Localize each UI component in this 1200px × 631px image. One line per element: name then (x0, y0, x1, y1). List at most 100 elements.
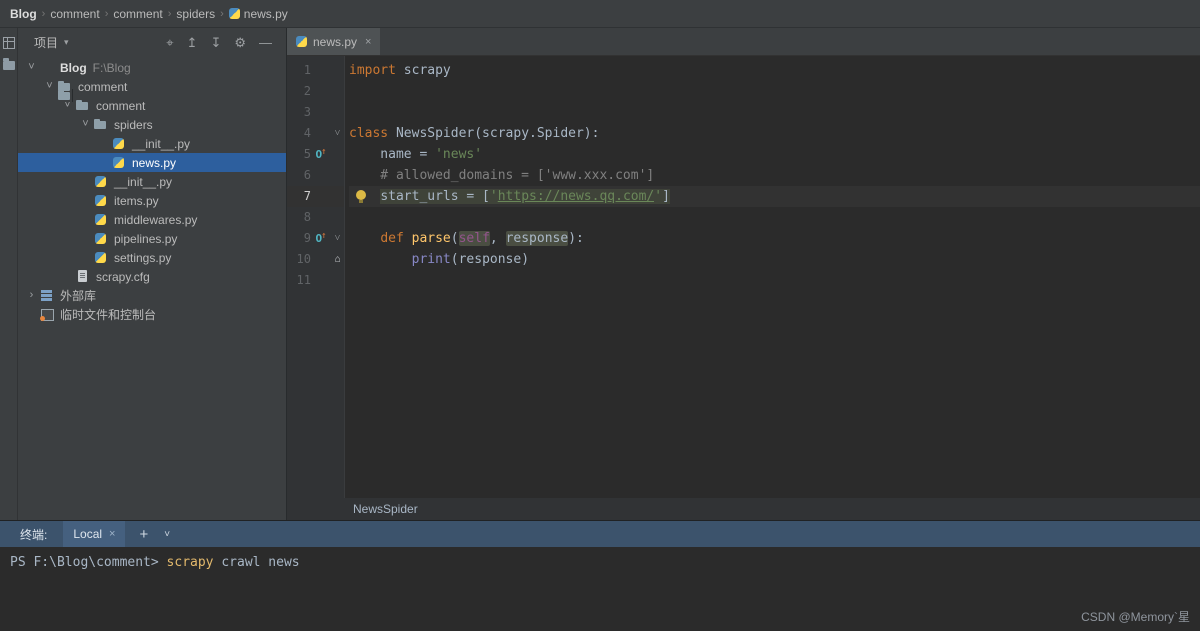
breadcrumb-separator: › (168, 8, 172, 20)
tree-item-label: comment (96, 99, 145, 113)
override-arrow: ↑ (321, 147, 326, 157)
code-line-6[interactable]: # allowed_domains = ['www.xxx.com'] (349, 165, 1200, 186)
code-line-4[interactable]: class NewsSpider(scrapy.Spider): (349, 123, 1200, 144)
fold-arrow-icon[interactable]: ˅ (331, 129, 344, 139)
breadcrumb-label: news.py (244, 7, 288, 21)
settings-icon[interactable]: ⚙ (234, 36, 246, 49)
hide-icon[interactable]: — (259, 36, 272, 49)
chevron-down-icon[interactable]: ˅ (164, 529, 170, 540)
collapse-all-icon[interactable]: ↧ (210, 36, 221, 49)
breadcrumb-label: comment (113, 7, 162, 21)
tree-item-items-py[interactable]: items.py (18, 191, 286, 210)
line-number[interactable]: 6 (287, 165, 311, 186)
chevron-down-icon[interactable]: ˅ (24, 62, 39, 73)
gutter-line: 10 ⌂ (287, 249, 344, 270)
code-area[interactable]: import scrapy class NewsSpider(scrapy.Spi… (345, 56, 1200, 498)
scratches-icon (39, 308, 55, 321)
tree-item-scrapy-cfg[interactable]: scrapy.cfg (18, 267, 286, 286)
code-line-7[interactable]: start_urls = ['https://news.qq.com/'] (349, 186, 1200, 207)
code-line-8[interactable] (349, 207, 1200, 228)
breadcrumb-item-comment[interactable]: comment (50, 7, 99, 21)
tree-item-label: items.py (114, 194, 159, 208)
close-icon[interactable]: × (365, 36, 371, 48)
tree-item-news-py[interactable]: news.py (18, 153, 286, 172)
tree-item-__init__-py[interactable]: __init__.py (18, 172, 286, 191)
code-token: parse (412, 231, 451, 246)
tree-item-pipelines-py[interactable]: pipelines.py (18, 229, 286, 248)
tree-item-middlewares-py[interactable]: middlewares.py (18, 210, 286, 229)
code-line-5[interactable]: name = 'news' (349, 144, 1200, 165)
gutter-line: 5O↑ (287, 144, 344, 165)
editor-breadcrumb-item[interactable]: NewsSpider (353, 502, 418, 516)
fold-end-icon[interactable]: ⌂ (331, 255, 344, 265)
terminal-tab-local[interactable]: Local × (63, 521, 125, 547)
code-token: ( (451, 231, 459, 246)
structure-tool-icon[interactable] (3, 37, 15, 49)
code-line-1[interactable]: import scrapy (349, 60, 1200, 81)
line-number[interactable]: 9 (287, 228, 311, 249)
folder-icon (93, 118, 109, 131)
config-icon (75, 270, 91, 283)
terminal-output[interactable]: PS F:\Blog\comment> scrapy crawl news (0, 547, 1200, 570)
gutter-line: 7 (287, 186, 344, 207)
breadcrumb-separator: › (220, 8, 224, 20)
line-number[interactable]: 3 (287, 102, 311, 123)
line-number[interactable]: 11 (287, 270, 311, 291)
fold-arrow-icon[interactable]: ˅ (331, 234, 344, 244)
line-number[interactable]: 1 (287, 60, 311, 81)
breadcrumb-item-blog[interactable]: Blog (10, 7, 37, 21)
tab-news-py[interactable]: news.py × (287, 28, 380, 55)
code-line-11[interactable] (349, 270, 1200, 291)
tree-item-label: pipelines.py (114, 232, 177, 246)
project-folder-tool-icon[interactable] (3, 61, 15, 70)
breadcrumb-item-comment[interactable]: comment (113, 7, 162, 21)
expand-all-icon[interactable]: ↥ (187, 36, 198, 49)
tree-item-label: 临时文件和控制台 (60, 306, 156, 323)
code-line-2[interactable] (349, 81, 1200, 102)
line-number[interactable]: 10 (287, 249, 311, 270)
chevron-down-icon[interactable]: ˅ (78, 119, 93, 130)
project-panel-title[interactable]: 项目 (34, 34, 58, 51)
tree-item-外部库[interactable]: ›外部库 (18, 286, 286, 305)
chevron-down-icon[interactable]: ˅ (42, 81, 57, 92)
folder-icon (75, 99, 91, 112)
code-line-9[interactable]: def parse(self, response): (349, 228, 1200, 249)
override-method-icon[interactable]: O↑ (311, 232, 331, 245)
terminal-tab-label: Local (73, 527, 102, 541)
locate-icon[interactable]: ⌖ (166, 36, 173, 49)
python-file-icon (296, 36, 307, 47)
top-breadcrumb: Blog›comment›comment›spiders›news.py (8, 7, 290, 21)
breadcrumb-item-news-py[interactable]: news.py (229, 7, 288, 21)
tree-item-临时文件和控制台[interactable]: 临时文件和控制台 (18, 305, 286, 324)
tree-item-blog[interactable]: ˅BlogF:\Blog (18, 58, 286, 77)
code-token: scrapy (396, 63, 451, 78)
code-line-3[interactable] (349, 102, 1200, 123)
gutter-line: 4˅ (287, 123, 344, 144)
top-breadcrumb-bar: Blog›comment›comment›spiders›news.py (0, 0, 1200, 28)
terminal-line: PS F:\Blog\comment> scrapy crawl news (10, 555, 1200, 570)
line-number[interactable]: 5 (287, 144, 311, 165)
tree-item-settings-py[interactable]: settings.py (18, 248, 286, 267)
chevron-down-icon[interactable]: ▾ (64, 37, 69, 48)
breadcrumb-label: Blog (10, 7, 37, 21)
tree-item-__init__-py[interactable]: __init__.py (18, 134, 286, 153)
line-number[interactable]: 4 (287, 123, 311, 144)
terminal-header: 终端: Local × + ˅ (0, 521, 1200, 547)
gutter-line: 1 (287, 60, 344, 81)
close-icon[interactable]: × (109, 528, 115, 540)
left-tool-stripe (0, 28, 18, 520)
line-number[interactable]: 8 (287, 207, 311, 228)
new-terminal-button[interactable]: + (139, 526, 148, 543)
line-number[interactable]: 2 (287, 81, 311, 102)
override-method-icon[interactable]: O↑ (311, 148, 331, 161)
python-icon (93, 213, 109, 226)
tree-item-spiders[interactable]: ˅spiders (18, 115, 286, 134)
tree-item-label: middlewares.py (114, 213, 197, 227)
code-line-10[interactable]: print(response) (349, 249, 1200, 270)
terminal-token: scrapy (167, 555, 214, 570)
line-number[interactable]: 7 (287, 186, 311, 207)
intention-bulb-icon[interactable] (356, 190, 366, 203)
chevron-right-icon[interactable]: › (24, 290, 39, 301)
code-token: (response) (451, 252, 529, 267)
breadcrumb-item-spiders[interactable]: spiders (176, 7, 215, 21)
